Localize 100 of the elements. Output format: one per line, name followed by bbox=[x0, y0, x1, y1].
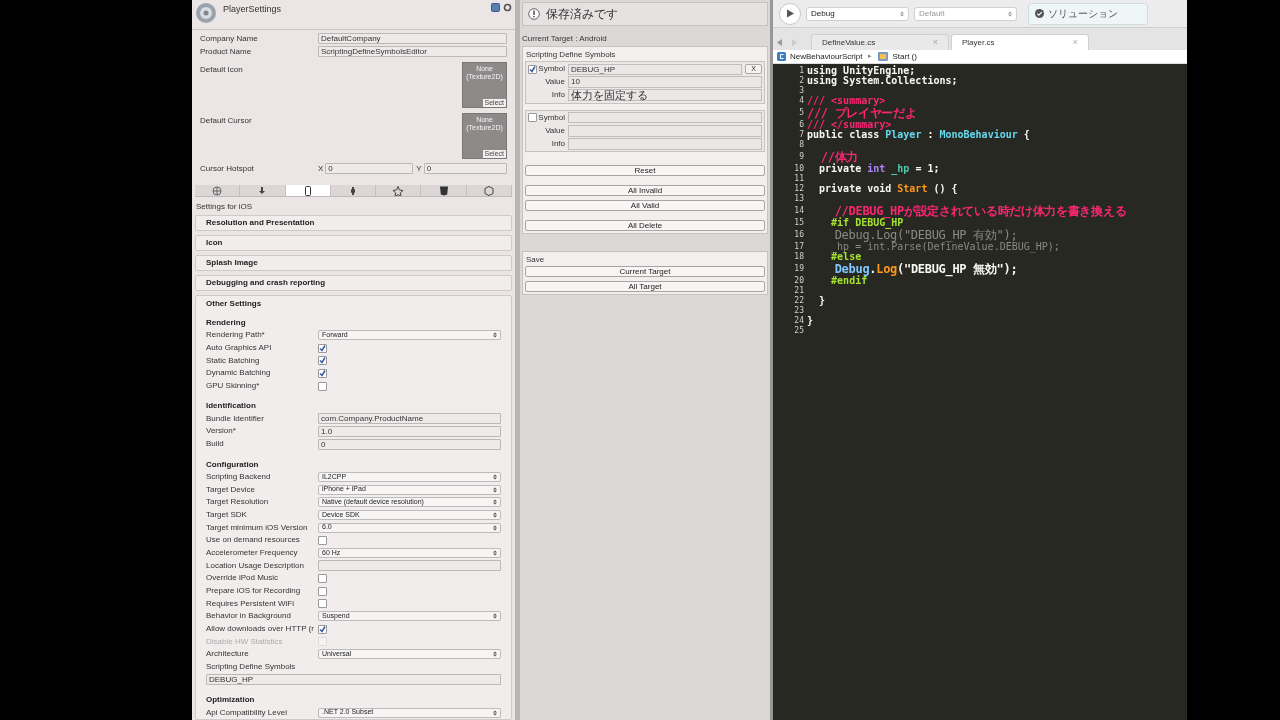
dropdown-value: Debug bbox=[811, 7, 836, 20]
code-line: /// <summary> bbox=[807, 96, 886, 106]
code-line: public class Player : MonoBehaviour { bbox=[807, 130, 1030, 140]
globe-icon bbox=[211, 185, 224, 196]
checkbox[interactable] bbox=[318, 535, 327, 545]
field-label: Target Device bbox=[206, 483, 256, 496]
updown-icon bbox=[493, 473, 497, 480]
checkbox[interactable] bbox=[318, 381, 327, 391]
info-field[interactable] bbox=[568, 137, 762, 150]
field-label: Accelerometer Frequency bbox=[206, 546, 299, 559]
field-label: Requires Persistent WiFi bbox=[206, 597, 296, 610]
field-label: Prepare iOS for Recording bbox=[206, 585, 302, 598]
field-label: Cursor Hotspot bbox=[200, 162, 255, 175]
field-label: Api Compatibility Level bbox=[206, 706, 288, 719]
action-button[interactable]: Reset bbox=[525, 165, 765, 176]
updown-icon bbox=[493, 549, 497, 556]
line-number: 7 bbox=[798, 130, 805, 140]
play-icon bbox=[786, 9, 794, 18]
field-label: Override iPod Music bbox=[206, 572, 280, 585]
field-label: Build bbox=[206, 438, 225, 451]
line-number: 16 bbox=[793, 229, 805, 241]
field-label: Target SDK bbox=[206, 508, 248, 521]
symbol-field[interactable] bbox=[568, 112, 762, 124]
info-icon bbox=[528, 8, 540, 20]
inspector-title: PlayerSettings bbox=[223, 3, 282, 16]
checkbox[interactable] bbox=[318, 343, 327, 353]
checkbox[interactable] bbox=[318, 368, 327, 378]
code-line: private int _hp = 1; bbox=[818, 164, 940, 174]
line-number: 18 bbox=[793, 252, 805, 262]
foldout-header[interactable]: Debugging and crash reporting bbox=[195, 275, 512, 291]
text-field[interactable]: ScriptingDefineSymbolsEditor bbox=[318, 46, 507, 57]
field-label: Dynamic Batching bbox=[206, 367, 272, 380]
checkbox[interactable] bbox=[528, 64, 537, 74]
text-field[interactable] bbox=[318, 560, 501, 572]
field-label: Use on demand resources bbox=[206, 534, 301, 547]
updown-icon bbox=[493, 651, 497, 658]
checkbox[interactable] bbox=[318, 586, 327, 596]
file-tab[interactable]: DefineValue.cs × bbox=[811, 34, 949, 50]
text-field[interactable]: DEBUG_HP bbox=[206, 674, 501, 686]
file-tab[interactable]: Player.cs × bbox=[951, 34, 1089, 50]
text-field[interactable]: com.Company.ProductName bbox=[318, 413, 501, 425]
line-number: 21 bbox=[793, 286, 805, 296]
symbol-field[interactable]: DEBUG_HP bbox=[568, 63, 742, 75]
number-field[interactable]: 0 bbox=[325, 163, 414, 174]
field-label: Architecture bbox=[206, 648, 250, 661]
platform-tab[interactable] bbox=[285, 185, 331, 196]
code-line: private void Start () { bbox=[818, 184, 958, 194]
checkbox[interactable] bbox=[318, 624, 327, 634]
foldout-header[interactable]: Icon bbox=[195, 235, 512, 251]
action-button[interactable]: All Valid bbox=[525, 200, 765, 211]
updown-icon bbox=[493, 511, 497, 518]
line-number: 17 bbox=[793, 242, 805, 252]
action-button[interactable]: All Invalid bbox=[525, 185, 765, 196]
checkbox[interactable] bbox=[318, 599, 327, 609]
platform-tab[interactable] bbox=[421, 185, 467, 196]
value-field[interactable]: 10 bbox=[568, 76, 762, 88]
foldout-header[interactable]: Splash Image bbox=[195, 255, 512, 271]
notice-text: 保存済みです bbox=[546, 6, 618, 23]
dropdown[interactable]: Debug bbox=[806, 6, 909, 21]
action-button[interactable]: All Delete bbox=[525, 220, 765, 231]
line-number: 19 bbox=[793, 263, 805, 275]
line-number: 5 bbox=[798, 107, 805, 119]
updown-icon bbox=[493, 613, 497, 620]
code-line: #endif bbox=[830, 276, 868, 286]
back-icon bbox=[777, 38, 782, 46]
text-field[interactable]: 0 bbox=[318, 438, 501, 450]
axis-label: Y bbox=[416, 162, 422, 175]
tab-label: Player.cs bbox=[962, 36, 996, 49]
info-field[interactable]: 体力を固定する bbox=[568, 89, 762, 101]
field-label: Symbol bbox=[538, 63, 565, 76]
line-number: 22 bbox=[793, 296, 805, 306]
value-field[interactable] bbox=[568, 124, 762, 137]
action-button[interactable]: All Target bbox=[525, 281, 765, 292]
foldout-header[interactable]: Resolution and Presentation bbox=[195, 215, 512, 231]
field-label: Value bbox=[544, 124, 565, 137]
checkbox[interactable] bbox=[318, 573, 327, 583]
star-icon bbox=[392, 185, 405, 196]
field-label: Auto Graphics API bbox=[206, 342, 273, 355]
axis-label: X bbox=[318, 162, 324, 175]
text-field[interactable]: 1.0 bbox=[318, 425, 501, 437]
text-field[interactable]: DefaultCompany bbox=[318, 33, 507, 44]
line-number: 6 bbox=[798, 120, 805, 130]
updown-icon bbox=[493, 499, 497, 506]
checkbox[interactable] bbox=[528, 113, 537, 123]
cube-icon bbox=[482, 185, 495, 196]
field-label: Value bbox=[544, 76, 565, 88]
updown-icon bbox=[1008, 10, 1012, 17]
foldout-header[interactable]: Other Settings bbox=[206, 298, 501, 309]
play-button[interactable] bbox=[779, 2, 801, 25]
field-label: Target minimum iOS Version bbox=[206, 521, 309, 534]
action-button[interactable]: Current Target bbox=[525, 266, 765, 277]
breadcrumb-item[interactable]: NewBehaviourScript bbox=[790, 50, 863, 63]
number-field[interactable]: 0 bbox=[423, 163, 507, 174]
book-icon bbox=[491, 3, 500, 12]
checkbox[interactable] bbox=[318, 356, 327, 366]
field-label: Product Name bbox=[200, 45, 253, 58]
platform-tab[interactable] bbox=[240, 185, 286, 196]
platform-tab[interactable] bbox=[330, 185, 377, 196]
line-number: 23 bbox=[793, 306, 805, 316]
breadcrumb-item[interactable]: Start () bbox=[892, 50, 917, 63]
